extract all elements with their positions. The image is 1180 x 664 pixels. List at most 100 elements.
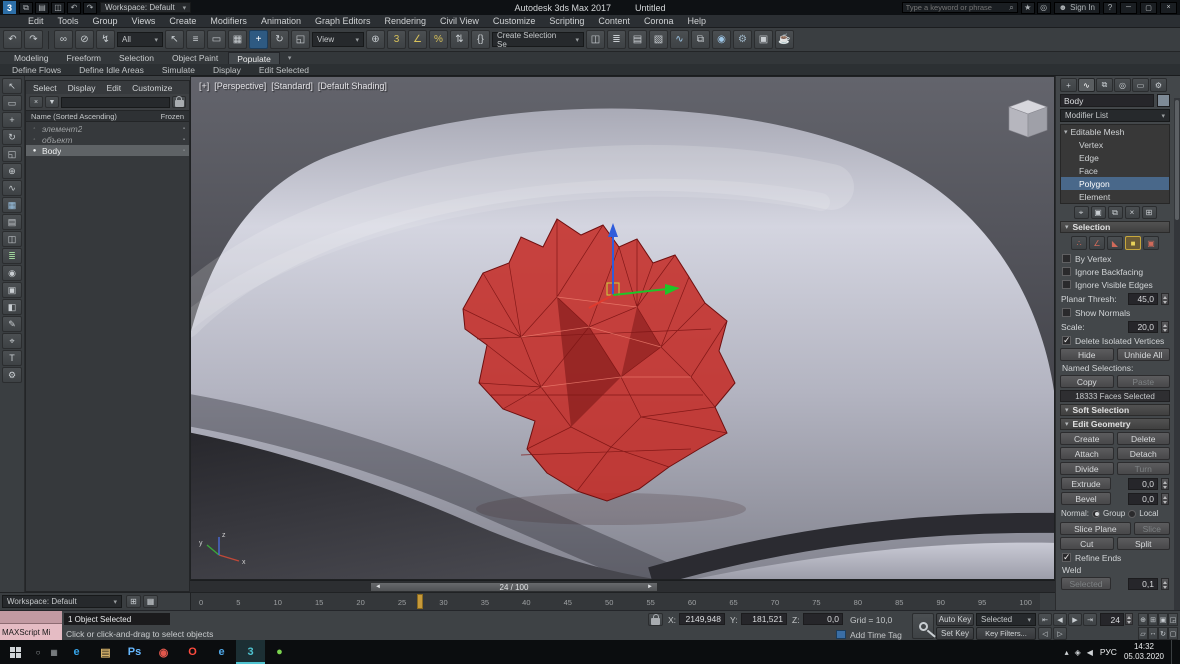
left-grid-icon[interactable]: ▦	[2, 197, 22, 213]
render-icon[interactable]: ☕	[775, 30, 794, 49]
zoom-extents-icon[interactable]: ▣	[1158, 613, 1168, 626]
named-selection-sets-icon[interactable]: {}	[471, 30, 490, 49]
scene-object-row[interactable]: ◦ элемент2 ▪	[26, 123, 189, 134]
taskbar-chrome-icon[interactable]: ◉	[149, 640, 178, 664]
curve-editor-icon[interactable]: ∿	[670, 30, 689, 49]
scene-explorer-menu-item[interactable]: Select	[33, 83, 57, 93]
paste-button[interactable]: Paste	[1116, 375, 1170, 388]
ribbon-tool-button[interactable]: Edit Selected	[259, 65, 309, 75]
key-filters-button[interactable]: Key Filters...	[976, 627, 1036, 640]
ribbon-tab-selection[interactable]: Selection	[111, 52, 162, 64]
prev-key-button[interactable]: ◁	[1038, 627, 1052, 640]
menu-item[interactable]: Group	[93, 16, 118, 26]
face-subobject-icon[interactable]: ◣	[1107, 236, 1123, 250]
notifications-icon[interactable]: ◎	[1036, 1, 1051, 14]
schematic-view-icon[interactable]: ⧉	[691, 30, 710, 49]
material-editor-icon[interactable]: ◉	[712, 30, 731, 49]
left-edit-icon[interactable]: ✎	[2, 316, 22, 332]
align-icon[interactable]: ≣	[607, 30, 626, 49]
taskbar-folder-icon[interactable]: ▤	[91, 640, 120, 664]
scene-explorer-menu-item[interactable]: Edit	[107, 83, 122, 93]
left-snap-icon[interactable]: ⊕	[2, 163, 22, 179]
left-mirror-icon[interactable]: ◫	[2, 231, 22, 247]
copy-button[interactable]: Copy	[1060, 375, 1114, 388]
rect-region-icon[interactable]: ▭	[207, 30, 226, 49]
taskbar-search-icon[interactable]: ○	[30, 640, 46, 664]
orbit-icon[interactable]: ↻	[1158, 627, 1168, 640]
selection-rollout-header[interactable]: Selection	[1060, 221, 1170, 233]
offset-mode-icon[interactable]: ▦	[143, 595, 158, 608]
start-button[interactable]	[0, 640, 30, 664]
save-file-icon[interactable]: ◫	[51, 1, 65, 14]
left-material-icon[interactable]: ◉	[2, 265, 22, 281]
menu-item[interactable]: Views	[132, 16, 156, 26]
add-time-tag[interactable]: Add Time Tag	[850, 630, 902, 640]
menu-item[interactable]: Help	[687, 16, 706, 26]
viewport-label-segment[interactable]: [+]	[199, 81, 209, 91]
use-pivot-icon[interactable]: ⊕	[366, 30, 385, 49]
percent-snap-icon[interactable]: %	[429, 30, 448, 49]
create-button[interactable]: Create	[1060, 432, 1114, 445]
left-text-icon[interactable]: T	[2, 350, 22, 366]
remove-modifier-icon[interactable]: ×	[1124, 206, 1140, 219]
sign-in-button[interactable]: ☻ Sign In	[1053, 1, 1100, 14]
utilities-tab-icon[interactable]: ⚙	[1150, 78, 1167, 92]
go-start-button[interactable]: ⇤	[1038, 613, 1052, 626]
command-panel-scrollbar[interactable]	[1174, 98, 1180, 610]
tray-shield-icon[interactable]: ◈	[1075, 648, 1081, 657]
x-coord-field[interactable]: 2149,948	[679, 613, 725, 625]
weld-selected-button[interactable]: Selected	[1061, 577, 1111, 590]
tray-up-arrow-icon[interactable]: ▴	[1065, 648, 1069, 657]
weld-threshold-field[interactable]: 0,1	[1128, 577, 1158, 590]
unhide-all-button[interactable]: Unhide All	[1116, 348, 1170, 361]
search-icon[interactable]: ⌕	[1009, 3, 1013, 13]
menu-item[interactable]: Customize	[493, 16, 536, 26]
scene-explorer-menu-item[interactable]: Display	[68, 83, 96, 93]
bevel-spinner[interactable]	[1161, 492, 1169, 505]
close-button[interactable]: ×	[1160, 1, 1177, 14]
scene-explorer-menu-item[interactable]: Customize	[132, 83, 172, 93]
ignore-visible-edges-checkbox[interactable]	[1062, 280, 1071, 289]
left-gear-icon[interactable]: ⚙	[2, 367, 22, 383]
lock-explorer-icon[interactable]	[172, 96, 186, 108]
scene-search-input[interactable]	[61, 96, 170, 108]
configure-modifier-icon[interactable]: ⊞	[1141, 206, 1157, 219]
left-display-icon[interactable]: ◧	[2, 299, 22, 315]
weld-threshold-spinner[interactable]	[1161, 577, 1169, 590]
ribbon-toggle-icon[interactable]: ▧	[649, 30, 668, 49]
favorites-star-icon[interactable]: ★	[1020, 1, 1035, 14]
ribbon-tab-object-paint[interactable]: Object Paint	[164, 52, 226, 64]
viewcube[interactable]	[1008, 99, 1048, 138]
pin-stack-icon[interactable]: ⌖	[1073, 206, 1089, 219]
menu-item[interactable]: Tools	[58, 16, 79, 26]
show-end-result-icon[interactable]: ▣	[1090, 206, 1106, 219]
named-selection-set-dropdown[interactable]: Create Selection Se	[492, 31, 584, 49]
redo-quick-icon[interactable]: ↷	[83, 1, 97, 14]
snap-toggle-icon[interactable]: 3	[387, 30, 406, 49]
go-end-button[interactable]: ⇥	[1083, 613, 1097, 626]
taskbar-photoshop-icon[interactable]: Ps	[120, 640, 149, 664]
hide-button[interactable]: Hide	[1060, 348, 1114, 361]
set-key-button[interactable]: Set Key	[936, 627, 974, 640]
left-curves-icon[interactable]: ∿	[2, 180, 22, 196]
zoom-all-icon[interactable]: ⊞	[1148, 613, 1158, 626]
edge-subobject-icon[interactable]: ∠	[1089, 236, 1105, 250]
set-keys-button[interactable]	[912, 613, 934, 639]
ribbon-minimize-icon[interactable]: ▾	[288, 54, 292, 62]
left-render-icon[interactable]: ▣	[2, 282, 22, 298]
select-scale-icon[interactable]: ◱	[291, 30, 310, 49]
frozen-state-icon[interactable]: ▪	[183, 148, 185, 154]
time-slider[interactable]: ◄ 24 / 100 ►	[190, 580, 1055, 592]
reference-coordinate-dropdown[interactable]: View	[312, 32, 364, 47]
ribbon-tab-freeform[interactable]: Freeform	[59, 52, 109, 64]
delete-button[interactable]: Delete	[1116, 432, 1170, 445]
macro-recorder-field[interactable]	[0, 611, 62, 624]
slice-plane-button[interactable]: Slice Plane	[1060, 522, 1131, 535]
attach-button[interactable]: Attach	[1060, 447, 1114, 460]
left-move-icon[interactable]: +	[2, 112, 22, 128]
planar-thresh-spinner[interactable]	[1161, 292, 1169, 305]
object-color-swatch[interactable]	[1157, 94, 1170, 107]
current-frame-marker[interactable]	[417, 594, 423, 609]
taskbar-edge-icon[interactable]: e	[207, 640, 236, 664]
left-align-icon[interactable]: ≣	[2, 248, 22, 264]
